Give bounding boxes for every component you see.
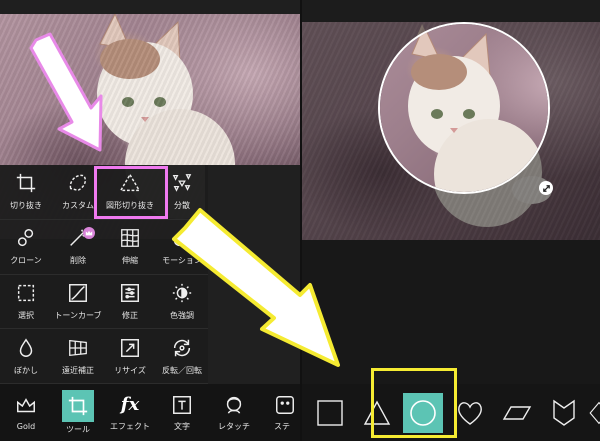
shape-parallelogram[interactable] bbox=[493, 391, 540, 435]
tool-menu: 切り抜き カスタム 図形切り抜き 分散 クローン 削除 伸縮 モーション 選択 … bbox=[0, 165, 208, 384]
tool-label: 反転／回転 bbox=[162, 365, 202, 375]
toolbar-tools[interactable]: ツール bbox=[52, 384, 104, 441]
tool-stretch[interactable]: 伸縮 bbox=[104, 220, 156, 275]
toolbar-text[interactable]: 文字 bbox=[156, 384, 208, 441]
tool-label: リサイズ bbox=[114, 365, 146, 375]
tool-adjust[interactable]: 修正 bbox=[104, 275, 156, 330]
top-bar bbox=[302, 0, 600, 22]
tool-label: カスタム bbox=[62, 201, 94, 211]
tool-crop[interactable]: 切り抜き bbox=[0, 165, 52, 220]
shape-diamond[interactable] bbox=[587, 391, 600, 435]
motion-icon bbox=[173, 230, 191, 247]
tool-label: 図形切り抜き bbox=[106, 201, 154, 211]
tool-label: 伸縮 bbox=[122, 256, 138, 266]
adjust-icon bbox=[121, 283, 139, 302]
toolbar-label: エフェクト bbox=[110, 421, 150, 431]
tool-clone[interactable]: クローン bbox=[0, 220, 52, 275]
active-tool-background bbox=[62, 390, 94, 422]
tool-label: 色強調 bbox=[170, 310, 194, 320]
custom-cut-icon bbox=[69, 175, 87, 192]
fx-icon: fx bbox=[120, 393, 140, 415]
tool-motion[interactable]: モーション bbox=[156, 220, 208, 275]
bottom-toolbar: Gold ツール fx エフェクト 文字 レタッチ ステ bbox=[0, 384, 300, 441]
tool-remove[interactable]: 削除 bbox=[52, 220, 104, 275]
chevron-shape-icon bbox=[552, 399, 575, 426]
crop-tool-icon bbox=[68, 396, 88, 416]
blur-icon bbox=[19, 338, 33, 357]
toolbar-label: ツール bbox=[66, 425, 90, 434]
parallelogram-icon bbox=[502, 405, 531, 420]
tool-shape-crop[interactable]: 図形切り抜き bbox=[104, 165, 156, 220]
crown-icon bbox=[85, 230, 93, 236]
shape-square[interactable] bbox=[306, 391, 353, 435]
heart-icon bbox=[457, 401, 482, 425]
toolbar-effects[interactable]: fx エフェクト bbox=[104, 384, 156, 441]
toolbar-label: レタッチ bbox=[218, 421, 250, 431]
tool-label: 切り抜き bbox=[10, 201, 42, 211]
retouch-icon bbox=[226, 396, 242, 414]
side-panel bbox=[205, 165, 300, 385]
perspective-icon bbox=[69, 339, 87, 356]
tool-perspective[interactable]: 遠近補正 bbox=[52, 329, 104, 384]
shape-crop-icon bbox=[119, 173, 141, 192]
square-icon bbox=[316, 399, 343, 426]
tool-label: ぼかし bbox=[14, 365, 38, 375]
shape-chevron[interactable] bbox=[540, 391, 587, 435]
resize-icon bbox=[121, 338, 139, 357]
tool-custom[interactable]: カスタム bbox=[52, 165, 104, 220]
tool-resize[interactable]: リサイズ bbox=[104, 329, 156, 384]
tool-flip-rotate[interactable]: 反転／回転 bbox=[156, 329, 208, 384]
cat-illustration bbox=[408, 24, 544, 192]
crop-icon bbox=[16, 174, 36, 193]
clone-icon bbox=[17, 229, 34, 247]
top-bar bbox=[0, 0, 300, 14]
tool-label: 修正 bbox=[122, 310, 138, 320]
curves-icon bbox=[69, 283, 87, 302]
diamond-icon bbox=[589, 401, 600, 424]
premium-badge bbox=[83, 226, 95, 239]
select-icon bbox=[17, 284, 35, 301]
tool-label: 選択 bbox=[18, 310, 34, 320]
resize-arrows-icon bbox=[542, 184, 550, 192]
tool-label: クローン bbox=[10, 256, 42, 266]
toolbar-retouch[interactable]: レタッチ bbox=[208, 384, 260, 441]
toolbar-gold[interactable]: Gold bbox=[0, 384, 52, 441]
tool-blur[interactable]: ぼかし bbox=[0, 329, 52, 384]
enhance-icon bbox=[172, 283, 192, 303]
tool-label: 分散 bbox=[174, 201, 190, 211]
tool-enhance[interactable]: 色強調 bbox=[156, 275, 208, 330]
tool-curves[interactable]: トーンカーブ bbox=[52, 275, 104, 330]
tool-label: モーション bbox=[162, 256, 202, 266]
crop-preview bbox=[380, 24, 548, 192]
tool-label: 遠近補正 bbox=[62, 365, 94, 375]
toolbar-sticker[interactable]: ステ bbox=[260, 384, 300, 441]
resize-handle[interactable] bbox=[539, 181, 553, 195]
shape-triangle[interactable] bbox=[353, 391, 400, 435]
flip-rotate-icon bbox=[173, 339, 191, 356]
stretch-icon bbox=[121, 229, 139, 248]
right-screen bbox=[302, 0, 600, 441]
tool-label: トーンカーブ bbox=[54, 310, 102, 320]
toolbar-label: ステ bbox=[274, 421, 290, 431]
tool-disperse[interactable]: 分散 bbox=[156, 165, 208, 220]
toolbar-label: Gold bbox=[16, 421, 36, 431]
tool-label: 削除 bbox=[70, 256, 86, 266]
crown-icon bbox=[17, 397, 35, 412]
shape-heart[interactable] bbox=[446, 391, 493, 435]
tool-select[interactable]: 選択 bbox=[0, 275, 52, 330]
circle-icon bbox=[410, 399, 436, 426]
disperse-icon bbox=[172, 174, 192, 193]
left-screen: 切り抜き カスタム 図形切り抜き 分散 クローン 削除 伸縮 モーション 選択 … bbox=[0, 0, 300, 441]
triangle-icon bbox=[363, 400, 390, 425]
toolbar-label: 文字 bbox=[174, 421, 190, 431]
sticker-icon bbox=[276, 395, 294, 414]
text-icon bbox=[173, 395, 191, 414]
circle-crop-area[interactable] bbox=[378, 22, 550, 194]
shape-circle[interactable] bbox=[403, 392, 443, 433]
shape-picker bbox=[302, 384, 600, 441]
